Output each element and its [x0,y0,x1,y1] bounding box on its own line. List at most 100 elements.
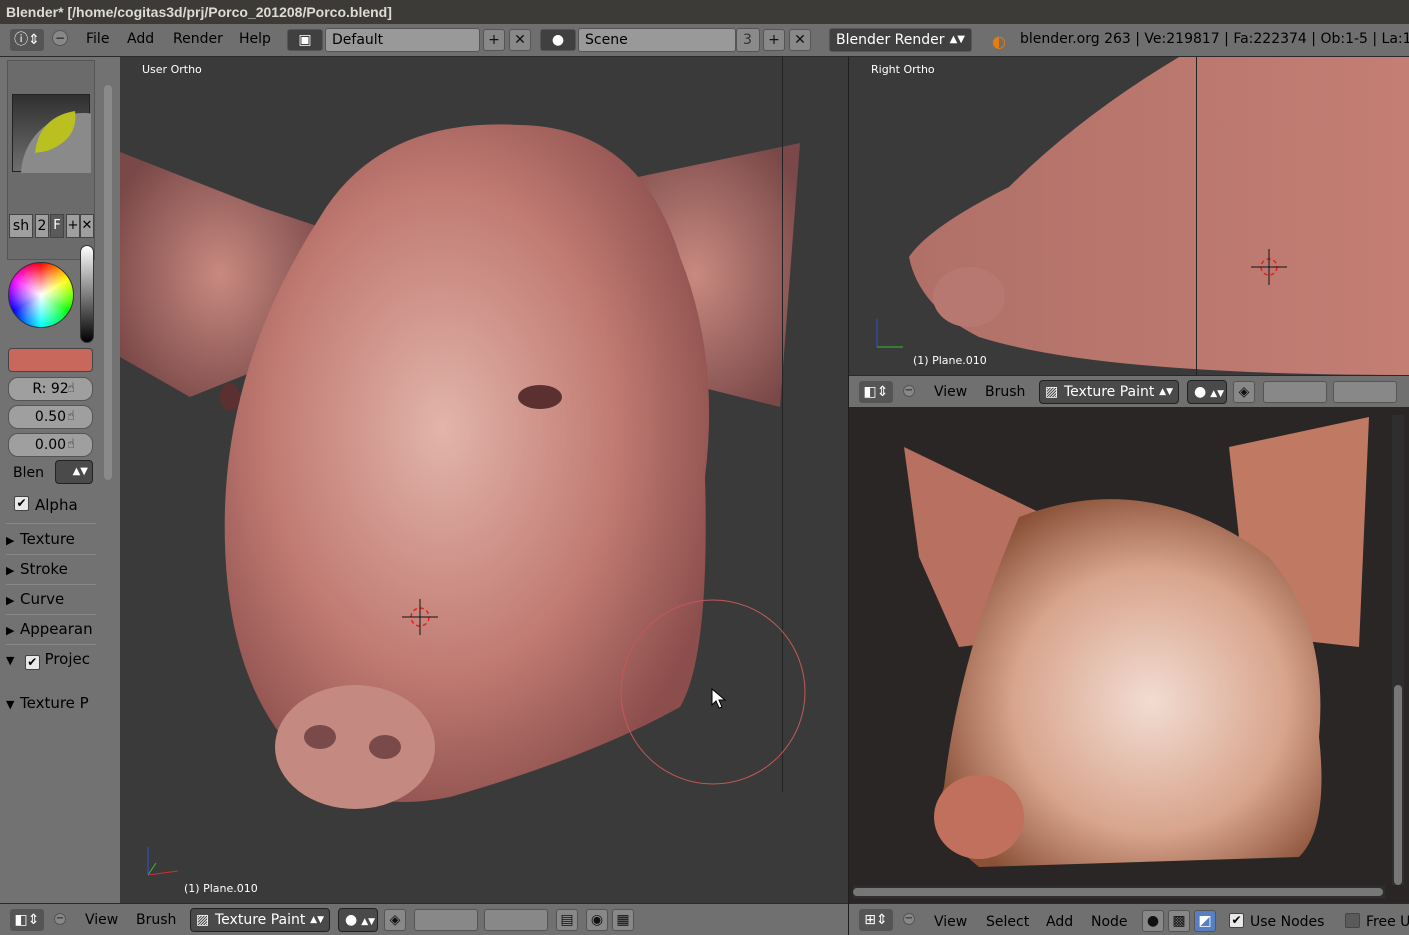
alpha-label: Alpha [35,496,78,514]
mouse-pointer-icon [711,687,727,709]
red-value-field[interactable]: R: 92 [8,377,93,401]
menu-select[interactable]: Select [986,914,1029,930]
remove-scene-icon[interactable]: ✕ [789,29,811,51]
shader-nodes-icon[interactable]: ● [1142,910,1164,932]
menu-help[interactable]: Help [239,31,271,47]
menu-view[interactable]: View [85,912,118,928]
use-nodes-checkbox[interactable]: ✔ [1229,913,1244,928]
screen-layout-icon[interactable]: ▣ [287,29,323,51]
collapse-menu-icon[interactable]: − [54,913,66,925]
mode-select[interactable]: ▨ Texture Paint ▲▼ [190,908,330,932]
layer-buttons[interactable] [1333,381,1397,403]
scrollbar-thumb[interactable] [853,888,1383,896]
editor-type-3d-icon[interactable]: ◧⇕ [10,909,44,931]
menu-view[interactable]: View [934,384,967,400]
section-stroke[interactable]: ▶ Stroke [6,555,98,583]
chevron-updown-icon: ▲▼ [310,915,324,925]
main-viewport-header: ◧⇕ − View Brush ▨ Texture Paint ▲▼ ● ▲▼ ◈… [0,903,848,935]
section-texture[interactable]: ▶ Texture [6,525,98,553]
scrollbar-thumb[interactable] [1394,685,1402,885]
color-wheel[interactable] [8,262,74,328]
axis-gizmo-icon [147,847,179,876]
section-appearance[interactable]: ▶ Appearan [6,615,98,643]
pressure-icon[interactable]: ☝ [67,381,75,396]
unlink-brush-icon[interactable]: ✕ [80,214,94,238]
section-divider [6,523,96,524]
pressure-icon[interactable]: ☝ [67,409,75,424]
menu-add[interactable]: Add [127,31,154,47]
paint-mask-icon[interactable]: ◈ [1233,381,1255,403]
right-object-label: (1) Plane.010 [913,354,987,367]
chevron-updown-icon: ▲▼ [949,34,965,45]
main-object-label: (1) Plane.010 [184,882,258,895]
free-unused-checkbox[interactable] [1345,913,1360,928]
horizontal-scrollbar[interactable] [853,886,1385,898]
section-texture-paint[interactable]: ▼ Texture P [6,689,98,717]
collapse-menu-icon[interactable]: − [52,30,68,46]
project-checkbox[interactable]: ✔ [24,655,40,670]
vertical-scrollbar[interactable] [1392,415,1404,885]
add-brush-icon[interactable]: + [66,214,80,238]
viewport-shading-select[interactable]: ● ▲▼ [1187,380,1227,404]
view-split-line [1196,57,1197,375]
right-view-label: Right Ortho [871,63,935,76]
value-slider[interactable] [80,245,94,343]
blend-mode-select[interactable]: ▲▼ [55,460,93,484]
menu-render[interactable]: Render [173,31,223,47]
render-engine-value: Blender Render [836,32,945,48]
viewport-shading-select[interactable]: ● ▲▼ [338,908,378,932]
render-engine-select[interactable]: Blender Render ▲▼ [829,28,972,52]
collapse-menu-icon[interactable]: − [903,385,915,397]
menu-add[interactable]: Add [1046,914,1073,930]
brush-color-swatch[interactable] [8,348,93,372]
compositing-nodes-icon[interactable]: ◩ [1194,910,1216,932]
alpha-checkbox[interactable]: ✔ [14,496,29,511]
info-editor-type-icon[interactable]: ⓘ⇕ [10,29,44,51]
section-curve[interactable]: ▶ Curve [6,585,98,613]
layer-buttons[interactable] [414,909,478,931]
fake-user-toggle[interactable]: F [50,214,64,238]
scene-stats: blender.org 263 | Ve:219817 | Fa:222374 … [1020,31,1409,47]
tool-shelf-scrollbar[interactable] [104,85,112,480]
main-3d-viewport[interactable]: User Ortho (1) Plane.010 [120,57,848,903]
section-project[interactable]: ▼ ✔ Projec [6,645,98,673]
info-header: ⓘ⇕ − File Add Render Help ▣ Default + ✕ … [0,24,1409,57]
remove-screen-icon[interactable]: ✕ [509,29,531,51]
3d-cursor-icon [402,599,438,635]
disclosure-triangle-expanded-icon: ▼ [6,654,15,667]
screen-layout-field[interactable]: Default [325,28,480,52]
window-title-bar: Blender* [/home/cogitas3d/prj/Porco_2012… [0,0,1409,24]
menu-node[interactable]: Node [1091,914,1128,930]
disclosure-triangle-icon: ▶ [6,534,15,547]
render-animation-icon[interactable]: ▦ [612,909,634,931]
menu-brush[interactable]: Brush [985,384,1025,400]
window-title: Blender* [/home/cogitas3d/prj/Porco_2012… [6,4,392,20]
right-3d-viewport[interactable]: Right Ortho (1) Plane.010 [849,57,1409,375]
render-image-icon[interactable]: ◉ [586,909,608,931]
add-scene-icon[interactable]: + [763,29,785,51]
add-screen-icon[interactable]: + [483,29,505,51]
pig-texture-preview [904,417,1369,867]
lock-camera-icon[interactable]: ▤ [556,909,578,931]
menu-file[interactable]: File [86,31,109,47]
mode-select[interactable]: ▨ Texture Paint ▲▼ [1039,380,1179,404]
brush-name-field[interactable]: sh [9,214,33,238]
texture-nodes-icon[interactable]: ▩ [1168,910,1190,932]
editor-type-3d-icon[interactable]: ◧⇕ [859,381,893,403]
node-editor-header: ⊞⇕ − View Select Add Node ● ▩ ◩ ✔ Use No… [849,903,1409,935]
menu-view[interactable]: View [934,914,967,930]
brush-preview[interactable] [12,94,145,237]
collapse-menu-icon[interactable]: − [903,913,915,925]
pressure-icon[interactable]: ☝ [67,437,75,452]
disclosure-triangle-icon: ▶ [6,624,15,637]
scene-icon[interactable]: ● [540,29,576,51]
layer-buttons[interactable] [1263,381,1327,403]
layer-buttons[interactable] [484,909,548,931]
strength-field[interactable]: 0.00 [8,433,93,457]
editor-type-node-icon[interactable]: ⊞⇕ [859,909,893,931]
menu-brush[interactable]: Brush [136,912,176,928]
image-editor-area[interactable] [849,407,1409,903]
paint-mask-icon[interactable]: ◈ [384,909,406,931]
scene-name-field[interactable]: Scene [578,28,736,52]
radius-field[interactable]: 0.50 [8,405,93,429]
